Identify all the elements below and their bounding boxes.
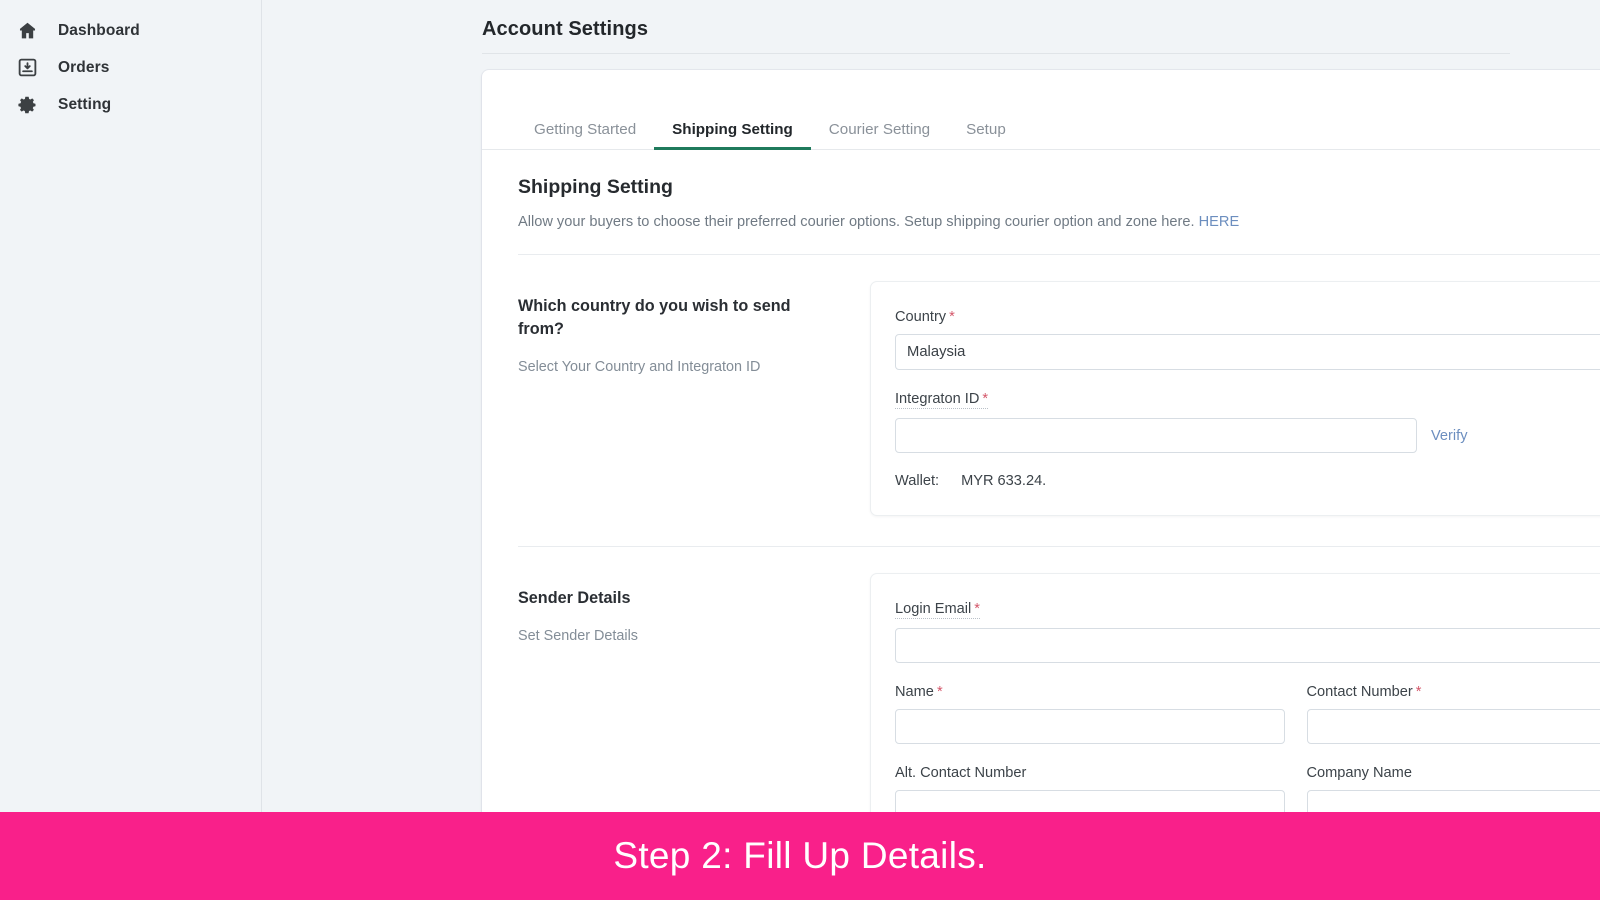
alt-contact-label: Alt. Contact Number (895, 765, 1026, 781)
app-root: Dashboard Orders Setting Account Setting… (0, 0, 1600, 900)
required-marker: * (949, 309, 955, 325)
contact-number-label-text: Contact Number (1307, 684, 1413, 700)
sidebar-item-label: Dashboard (58, 22, 140, 40)
inbox-download-icon (16, 57, 38, 79)
integration-id-input[interactable] (895, 418, 1417, 453)
wallet-label: Wallet: (895, 473, 939, 489)
sender-heading: Sender Details (518, 587, 818, 610)
wallet-value: MYR 633.24. (961, 473, 1046, 489)
tab-setup[interactable]: Setup (948, 122, 1024, 149)
tab-shipping-setting[interactable]: Shipping Setting (654, 122, 811, 149)
sidebar-item-setting[interactable]: Setting (0, 86, 261, 123)
sidebar-item-label: Setting (58, 96, 111, 114)
required-marker: * (1416, 684, 1422, 700)
company-name-field: Company Name (1307, 764, 1600, 812)
name-field: Name* (895, 683, 1285, 744)
main-content: Account Settings Getting Started Shippin… (262, 0, 1600, 812)
integration-label-text: Integraton ID (895, 391, 979, 407)
tab-courier-setting[interactable]: Courier Setting (811, 122, 948, 149)
sidebar-item-dashboard[interactable]: Dashboard (0, 12, 261, 49)
country-row: Which country do you wish to send from? … (482, 255, 1600, 516)
step-banner-text: Step 2: Fill Up Details. (613, 835, 986, 877)
section-description: Allow your buyers to choose their prefer… (518, 212, 1600, 232)
country-label-text: Country (895, 309, 946, 325)
title-divider (482, 53, 1510, 54)
here-link[interactable]: HERE (1199, 214, 1240, 230)
country-question: Which country do you wish to send from? (518, 295, 818, 341)
sender-row: Sender Details Set Sender Details Login … (482, 547, 1600, 812)
section-header: Shipping Setting Allow your buyers to ch… (482, 150, 1600, 232)
country-row-description: Which country do you wish to send from? … (518, 281, 870, 375)
contact-number-field: Contact Number* (1307, 683, 1600, 744)
gear-icon (16, 94, 38, 116)
home-icon (16, 20, 38, 42)
section-description-text: Allow your buyers to choose their prefer… (518, 214, 1195, 230)
required-marker: * (982, 391, 988, 407)
sidebar: Dashboard Orders Setting (0, 0, 262, 812)
login-email-label: Login Email* (895, 601, 980, 619)
wallet-row: Wallet: MYR 633.24. (895, 473, 1600, 489)
alt-contact-input[interactable] (895, 790, 1285, 812)
login-email-field: Login Email* (895, 600, 1600, 663)
login-email-label-text: Login Email (895, 601, 971, 617)
section-title: Shipping Setting (518, 176, 1600, 199)
alt-contact-field: Alt. Contact Number (895, 764, 1285, 812)
country-panel: Country* Malaysia (870, 281, 1600, 516)
page-title: Account Settings (482, 18, 648, 41)
tab-getting-started[interactable]: Getting Started (516, 122, 654, 149)
alt-company-group: Alt. Contact Number Company Name (895, 764, 1600, 812)
name-contact-group: Name* Contact Number* (895, 683, 1600, 764)
company-name-input[interactable] (1307, 790, 1600, 812)
country-subtext: Select Your Country and Integraton ID (518, 359, 846, 375)
country-field: Country* Malaysia (895, 308, 1600, 370)
verify-link[interactable]: Verify (1431, 428, 1468, 444)
sidebar-item-orders[interactable]: Orders (0, 49, 261, 86)
name-label: Name* (895, 684, 943, 700)
sender-row-description: Sender Details Set Sender Details (518, 573, 870, 644)
company-name-label: Company Name (1307, 765, 1412, 781)
contact-number-input[interactable] (1307, 709, 1600, 744)
sender-subtext: Set Sender Details (518, 628, 846, 644)
country-label: Country* (895, 309, 955, 325)
integration-field: Integraton ID* Verify (895, 390, 1600, 453)
login-email-input[interactable] (895, 628, 1600, 663)
name-label-text: Name (895, 684, 934, 700)
contact-number-label: Contact Number* (1307, 684, 1422, 700)
settings-card: Getting Started Shipping Setting Courier… (482, 70, 1600, 812)
tab-bar: Getting Started Shipping Setting Courier… (482, 70, 1600, 150)
sender-panel: Login Email* Name* C (870, 573, 1600, 812)
required-marker: * (974, 601, 980, 617)
integration-label: Integraton ID* (895, 391, 988, 409)
step-banner: Step 2: Fill Up Details. (0, 812, 1600, 900)
required-marker: * (937, 684, 943, 700)
sidebar-item-label: Orders (58, 59, 109, 77)
name-input[interactable] (895, 709, 1285, 744)
country-select[interactable]: Malaysia (895, 334, 1600, 370)
